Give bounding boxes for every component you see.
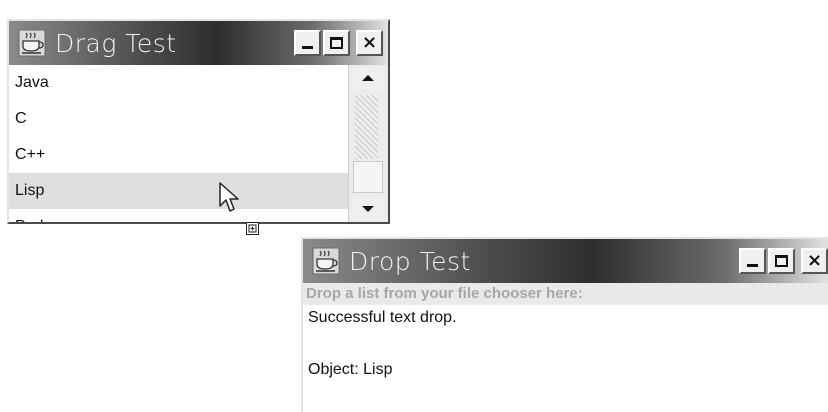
arrow-cursor-icon <box>219 182 239 212</box>
arrow-down-icon <box>362 206 374 212</box>
minimize-button[interactable] <box>294 30 321 56</box>
list-item[interactable]: Perl <box>9 209 348 222</box>
drag-test-titlebar[interactable]: Drag Test × <box>9 21 388 65</box>
scroll-up-button[interactable] <box>352 67 384 89</box>
drop-test-titlebar[interactable]: Drop Test × <box>303 239 828 283</box>
list-item[interactable]: C <box>9 101 348 137</box>
window-title: Drop Test <box>349 246 471 276</box>
window-title: Drag Test <box>55 28 177 58</box>
maximize-button[interactable] <box>323 30 350 56</box>
drop-target-area[interactable]: Successful text drop. Object: Lisp <box>303 305 828 412</box>
java-cup-icon[interactable] <box>17 28 47 58</box>
minimize-icon <box>747 264 758 267</box>
minimize-icon <box>302 46 313 49</box>
drag-test-window: Drag Test × Java C C++ Lisp Perl <box>7 19 390 224</box>
window-controls: × <box>294 30 383 56</box>
maximize-button[interactable] <box>768 248 795 274</box>
close-button[interactable]: × <box>356 30 383 56</box>
language-list[interactable]: Java C C++ Lisp Perl <box>9 65 388 222</box>
java-cup-icon[interactable] <box>311 246 341 276</box>
close-icon: × <box>361 32 378 53</box>
list-item-selected[interactable]: Lisp <box>9 173 348 209</box>
close-button[interactable]: × <box>801 248 828 274</box>
close-icon: × <box>806 250 823 271</box>
drop-status-text: Successful text drop. <box>308 309 457 326</box>
maximize-icon <box>775 255 788 267</box>
maximize-icon <box>330 37 343 49</box>
vertical-scrollbar[interactable] <box>348 65 388 222</box>
scrollbar-thumb[interactable] <box>353 161 383 193</box>
window-controls: × <box>739 248 828 274</box>
minimize-button[interactable] <box>739 248 766 274</box>
arrow-up-icon <box>362 75 374 81</box>
list-item[interactable]: Java <box>9 65 348 101</box>
list-viewport: Java C C++ Lisp Perl <box>9 65 348 222</box>
drop-test-window: Drop Test × Drop a list from your file c… <box>301 237 828 412</box>
list-item[interactable]: C++ <box>9 137 348 173</box>
scrollbar-track[interactable] <box>355 95 378 159</box>
scroll-down-button[interactable] <box>352 198 384 220</box>
drop-instruction-label: Drop a list from your file chooser here: <box>303 283 828 305</box>
drop-object-text: Object: Lisp <box>308 361 393 378</box>
drag-copy-icon <box>246 222 259 235</box>
